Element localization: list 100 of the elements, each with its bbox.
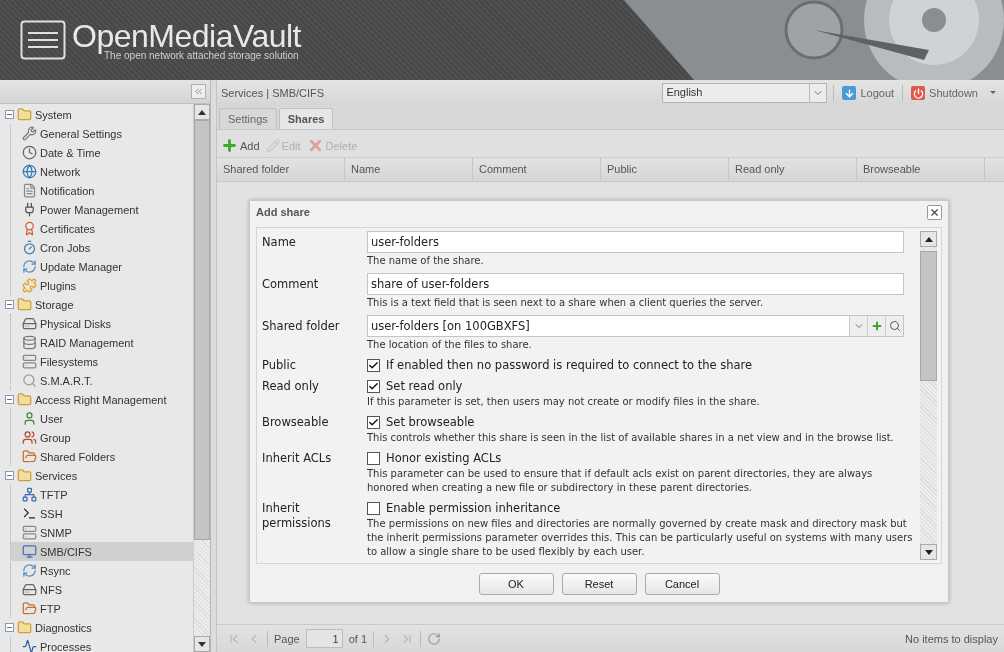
- tree-item[interactable]: NFS: [11, 580, 193, 599]
- close-icon: [929, 206, 940, 218]
- activity-icon: [22, 639, 37, 652]
- add-button[interactable]: Add: [221, 137, 260, 154]
- paging-status: No items to display: [905, 632, 998, 645]
- scroll-up-icon[interactable]: [198, 109, 206, 115]
- column-header[interactable]: Comment: [473, 158, 601, 181]
- refresh-icon: [22, 563, 37, 578]
- close-button[interactable]: [927, 204, 942, 220]
- globe-icon: [22, 164, 37, 179]
- column-header[interactable]: Read only: [729, 158, 857, 181]
- dialog-button[interactable]: Cancel: [644, 573, 720, 595]
- tree-item[interactable]: Physical Disks: [11, 314, 193, 333]
- field-label: Comment: [262, 276, 320, 293]
- tree-folder-item[interactable]: Diagnostics: [0, 618, 193, 637]
- tree-item[interactable]: Network: [11, 162, 193, 181]
- checkbox[interactable]: [367, 415, 380, 429]
- tree-item[interactable]: Notification: [11, 181, 193, 200]
- tab[interactable]: Settings: [219, 108, 277, 129]
- field-label: Inherit permissions: [262, 500, 332, 532]
- double-chevron-icon: [193, 86, 204, 97]
- tree-folder-item[interactable]: Access Right Management: [0, 390, 193, 409]
- logout-button[interactable]: Logout: [840, 86, 897, 100]
- tree-item[interactable]: Cron Jobs: [11, 238, 193, 257]
- search-icon[interactable]: [885, 316, 903, 336]
- text-field[interactable]: user-folders: [367, 231, 904, 253]
- collapse-icon[interactable]: [5, 110, 14, 119]
- harddrive-icon: [22, 316, 37, 331]
- tree-item[interactable]: Certificates: [11, 219, 193, 238]
- scroll-down-icon[interactable]: [198, 641, 206, 647]
- tree-item[interactable]: SNMP: [11, 523, 193, 542]
- scrollbar[interactable]: [193, 104, 210, 652]
- column-header[interactable]: Browseable: [857, 158, 985, 181]
- field-label: Name: [262, 234, 297, 251]
- field-label: Inherit ACLs: [262, 450, 333, 467]
- folder-icon: [17, 468, 32, 483]
- scroll-up-icon[interactable]: [924, 236, 933, 242]
- checkbox[interactable]: [367, 451, 380, 465]
- tree-item[interactable]: User: [11, 409, 193, 428]
- server-icon: [22, 354, 37, 369]
- tree-item[interactable]: SMB/CIFS: [11, 542, 193, 561]
- user-icon: [22, 411, 37, 426]
- collapse-icon[interactable]: [5, 395, 14, 404]
- tree-item[interactable]: General Settings: [11, 124, 193, 143]
- folder-combo-field[interactable]: user-folders [on 100GBXFS]: [367, 315, 904, 337]
- tree-item[interactable]: Plugins: [11, 276, 193, 295]
- dialog-button[interactable]: OK: [478, 573, 554, 595]
- tree-item[interactable]: Group: [11, 428, 193, 447]
- folder-icon: [17, 297, 32, 312]
- collapse-icon[interactable]: [5, 300, 14, 309]
- text-field[interactable]: share of user-folders: [367, 273, 904, 295]
- folder-icon: [22, 449, 37, 464]
- dialog-button[interactable]: Reset: [561, 573, 637, 595]
- puzzle-icon: [22, 278, 37, 293]
- checkbox[interactable]: [367, 379, 380, 393]
- timer-icon: [22, 240, 37, 255]
- dialog-title: Add share: [256, 206, 310, 218]
- plus-icon[interactable]: [867, 316, 885, 336]
- tree-item[interactable]: RAID Management: [11, 333, 193, 352]
- column-header[interactable]: Public: [601, 158, 729, 181]
- tree-item[interactable]: Shared Folders: [11, 447, 193, 466]
- scroll-down-icon[interactable]: [924, 549, 933, 555]
- collapse-icon[interactable]: [5, 471, 14, 480]
- page-count: of 1: [348, 632, 368, 645]
- collapse-icon[interactable]: [5, 623, 14, 632]
- tree-item[interactable]: S.M.A.R.T.: [11, 371, 193, 390]
- tree-folder-item[interactable]: Storage: [0, 295, 193, 314]
- tree-item[interactable]: Rsync: [11, 561, 193, 580]
- tree-folder-item[interactable]: Services: [0, 466, 193, 485]
- checkbox-label: Set read only: [386, 379, 463, 393]
- tree-item[interactable]: Processes: [11, 637, 193, 652]
- column-header[interactable]: Shared folder: [217, 158, 345, 181]
- terminal-icon: [22, 506, 37, 521]
- breadcrumb: Services | SMB/CIFS: [221, 87, 326, 99]
- scrollbar[interactable]: [920, 231, 937, 560]
- plus-icon: [221, 137, 238, 154]
- column-header[interactable]: Name: [345, 158, 473, 181]
- tree-item[interactable]: FTP: [11, 599, 193, 618]
- tree-item[interactable]: Filesystems: [11, 352, 193, 371]
- tab[interactable]: Shares: [278, 108, 334, 129]
- tree-folder-item[interactable]: System: [0, 105, 193, 124]
- checkbox[interactable]: [367, 501, 380, 515]
- language-select[interactable]: English: [662, 83, 828, 103]
- field-label: Browseable: [262, 414, 330, 431]
- clock-icon: [22, 145, 37, 160]
- folder-icon: [22, 601, 37, 616]
- tree-item[interactable]: Date & Time: [11, 143, 193, 162]
- help-text: The location of the files to share.: [367, 338, 533, 352]
- plug-icon: [22, 202, 37, 217]
- checkbox[interactable]: [367, 358, 380, 372]
- server-icon: [22, 525, 37, 540]
- help-text: This controls whether this share is seen in the list of available shares in a net view and in the browse list.: [367, 431, 895, 445]
- tree-item[interactable]: TFTP: [11, 485, 193, 504]
- page-field[interactable]: 1: [305, 629, 343, 648]
- network-icon: [22, 487, 37, 502]
- shutdown-button[interactable]: Shutdown: [909, 86, 1000, 100]
- tree-item[interactable]: Update Manager: [11, 257, 193, 276]
- tree-item[interactable]: SSH: [11, 504, 193, 523]
- caret-icon: [988, 89, 998, 97]
- tree-item[interactable]: Power Management: [11, 200, 193, 219]
